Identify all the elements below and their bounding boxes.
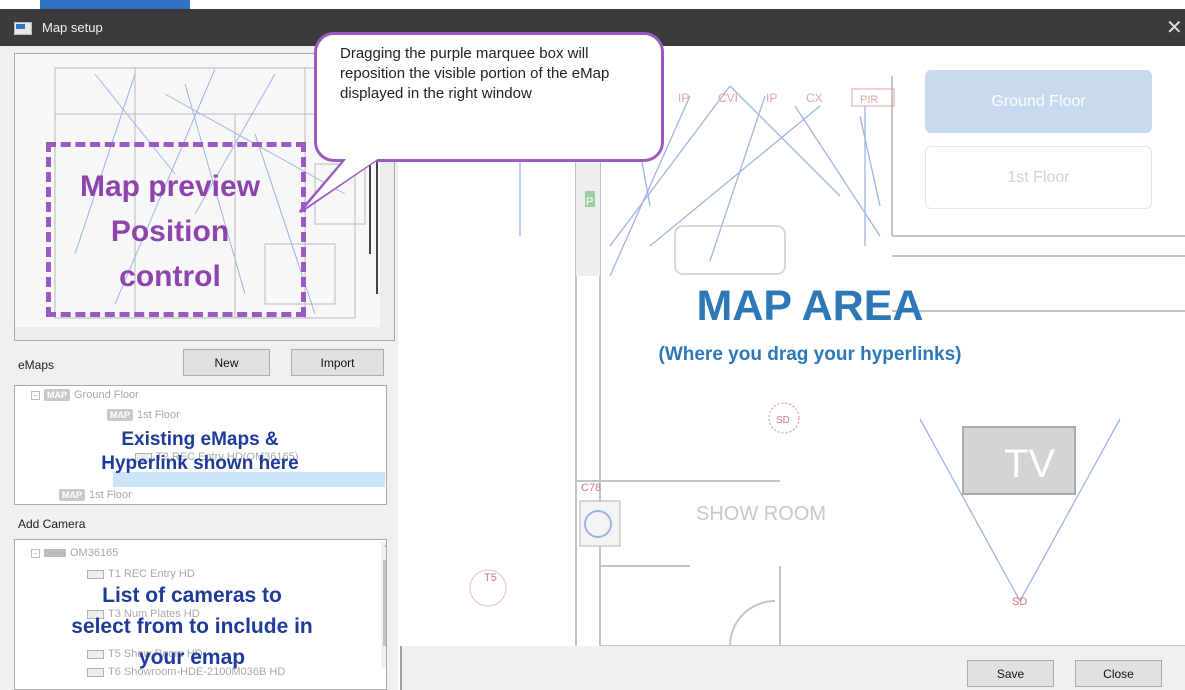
map-area-title: MAP AREA <box>696 282 924 330</box>
map-label-cx: CX <box>806 91 823 105</box>
map-label-cvi: CVI <box>718 91 738 105</box>
camera-annotation-line: List of cameras to <box>102 584 282 607</box>
map-label-sd: SD <box>1012 596 1027 608</box>
window-close-icon[interactable]: ✕ <box>1166 15 1183 40</box>
emaps-label: eMaps <box>18 358 55 372</box>
map-badge-icon: MAP <box>107 409 133 421</box>
tree-item-1st-floor[interactable]: MAP 1st Floor <box>107 409 180 421</box>
app-icon <box>14 22 32 35</box>
emaps-annotation: Existing eMaps & Hyperlink shown here <box>30 428 370 476</box>
recorder-icon <box>44 549 66 557</box>
map-label-tv: TV <box>1004 442 1055 486</box>
map-label-sd: SD <box>776 415 790 426</box>
collapse-icon[interactable]: − <box>31 390 40 400</box>
window-title: Map setup <box>42 20 103 35</box>
emaps-annotation-line: Existing eMaps & <box>121 429 279 450</box>
map-badge-icon: MAP <box>59 489 85 501</box>
camera-annotation: List of cameras to select from to includ… <box>22 580 362 673</box>
preview-annotation-line: Position <box>110 215 230 248</box>
camera-annotation-line: select from to include in <box>71 615 313 638</box>
close-button[interactable]: Close <box>1075 660 1162 687</box>
new-emap-button[interactable]: New <box>183 349 270 376</box>
tree-item-1st-floor-root[interactable]: MAP 1st Floor <box>59 489 132 501</box>
top-strip <box>40 0 190 9</box>
add-camera-label: Add Camera <box>18 517 86 531</box>
preview-horizontal-scrollbar[interactable] <box>15 327 394 340</box>
import-emap-button[interactable]: Import <box>291 349 384 376</box>
camera-annotation-line: your emap <box>138 646 246 669</box>
map-label-pir: PIR <box>860 94 878 106</box>
tree-item-label: 1st Floor <box>89 489 132 501</box>
tree-item-label: Ground Floor <box>74 389 139 401</box>
footer-bar: Save Close <box>400 646 1185 690</box>
map-label-ip: IP <box>766 91 777 105</box>
camera-icon <box>87 569 104 579</box>
preview-annotation-line: control <box>119 260 221 293</box>
save-button[interactable]: Save <box>967 660 1054 687</box>
map-label-p: P <box>586 196 593 208</box>
map-setup-screen: Map setup ✕ Map preview Position control… <box>0 0 1185 690</box>
map-badge-icon: MAP <box>44 389 70 401</box>
map-label-t5: T5 <box>484 572 497 584</box>
tree-item-label: OM36165 <box>70 547 119 559</box>
showroom-label: SHOW ROOM <box>696 503 826 525</box>
tree-item-label: 1st Floor <box>137 409 180 421</box>
map-area-subtitle: (Where you drag your hyperlinks) <box>658 344 962 365</box>
emaps-annotation-line: Hyperlink shown here <box>101 453 299 474</box>
scroll-up-icon[interactable]: ^ <box>385 542 386 553</box>
collapse-icon[interactable]: − <box>31 548 40 558</box>
footer-separator <box>400 646 402 690</box>
preview-annotation-line: Map preview <box>79 170 261 203</box>
tree-item-label: T1 REC Entry HD <box>108 568 195 580</box>
scrollbar-thumb[interactable] <box>383 560 386 646</box>
callout-text: Dragging the purple marquee box will rep… <box>340 45 610 102</box>
map-label-c78: C78 <box>581 482 601 494</box>
camera-tree-scrollbar[interactable]: ^ <box>381 542 386 668</box>
map-label-ip: IP <box>678 91 689 105</box>
preview-annotation: Map preview Position control <box>50 164 290 299</box>
tree-item-ground-floor[interactable]: − MAP Ground Floor <box>31 389 139 401</box>
tree-item-camera[interactable]: T1 REC Entry HD <box>87 568 195 580</box>
tree-item-recorder[interactable]: − OM36165 <box>31 547 118 559</box>
ground-floor-hyperlink[interactable]: Ground Floor <box>925 70 1152 133</box>
first-floor-hyperlink[interactable]: 1st Floor <box>925 146 1152 209</box>
